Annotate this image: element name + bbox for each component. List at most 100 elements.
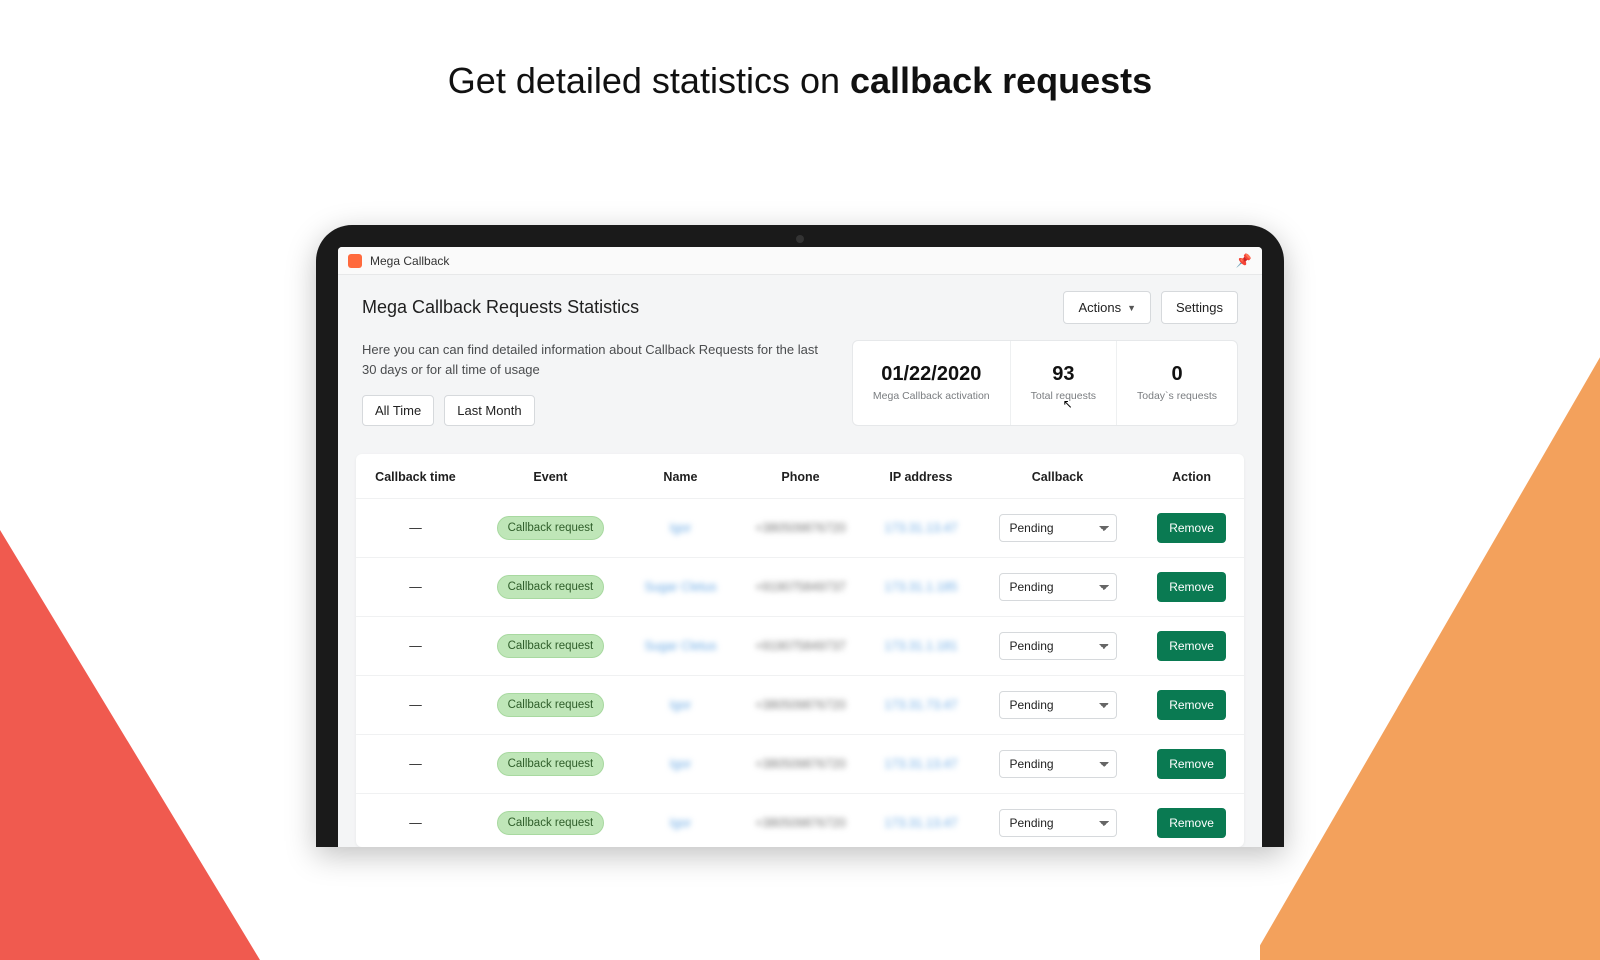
table-row: —Callback requestIgor+380509876720173.31… (356, 794, 1244, 848)
callback-status-select[interactable]: Pending (999, 691, 1117, 719)
stat-cards: 01/22/2020 Mega Callback activation 93 T… (852, 340, 1238, 426)
cell-callback-time: — (356, 735, 475, 794)
app-name: Mega Callback (370, 254, 449, 268)
cell-phone: +380509876720 (735, 735, 866, 794)
phone-value: +380509876720 (755, 816, 846, 830)
cell-action: Remove (1139, 676, 1244, 735)
cell-event: Callback request (475, 558, 626, 617)
decor-triangle-left (0, 530, 260, 960)
callback-status-select[interactable]: Pending (999, 632, 1117, 660)
callback-status-select[interactable]: Pending (999, 573, 1117, 601)
name-value: Sugar Cletus (644, 639, 716, 653)
event-badge: Callback request (497, 811, 605, 835)
event-badge: Callback request (497, 634, 605, 658)
col-event: Event (475, 454, 626, 499)
description-text: Here you can can find detailed informati… (362, 340, 834, 379)
cell-callback: Pending (976, 617, 1139, 676)
cell-name: Igor (626, 499, 735, 558)
app-screen: Mega Callback 📌 Mega Callback Requests S… (338, 247, 1262, 847)
cell-ip: 173.31.13.47 (866, 499, 976, 558)
cell-action: Remove (1139, 794, 1244, 848)
pin-icon[interactable]: 📌 (1236, 253, 1252, 269)
filter-all-time[interactable]: All Time (362, 395, 434, 426)
cell-event: Callback request (475, 676, 626, 735)
cell-ip: 173.31.13.47 (866, 794, 976, 848)
cell-event: Callback request (475, 499, 626, 558)
page-title: Mega Callback Requests Statistics (362, 297, 639, 318)
cell-phone: +919075849737 (735, 617, 866, 676)
cell-action: Remove (1139, 558, 1244, 617)
ip-value: 173.31.13.47 (884, 816, 957, 830)
col-ip: IP address (866, 454, 976, 499)
remove-button[interactable]: Remove (1157, 808, 1226, 838)
remove-button[interactable]: Remove (1157, 572, 1226, 602)
filter-last-month[interactable]: Last Month (444, 395, 534, 426)
actions-label: Actions (1078, 300, 1121, 315)
table-row: —Callback requestIgor+380509876720173.31… (356, 676, 1244, 735)
remove-button[interactable]: Remove (1157, 631, 1226, 661)
cell-phone: +380509876720 (735, 794, 866, 848)
phone-value: +380509876720 (755, 757, 846, 771)
camera-notch (796, 235, 804, 243)
cell-name: Igor (626, 794, 735, 848)
page-header: Mega Callback Requests Statistics Action… (338, 275, 1262, 340)
remove-button[interactable]: Remove (1157, 749, 1226, 779)
cell-action: Remove (1139, 499, 1244, 558)
summary-row: Here you can can find detailed informati… (338, 340, 1262, 444)
event-badge: Callback request (497, 575, 605, 599)
col-name: Name (626, 454, 735, 499)
cursor-icon: ↖ (1063, 397, 1073, 411)
cell-name: Igor (626, 735, 735, 794)
cell-action: Remove (1139, 617, 1244, 676)
table-row: — Callback request Igor +380509876720 173.31… (356, 499, 1244, 558)
col-callback: Callback (976, 454, 1139, 499)
table-row: — Callback request Sugar Cletus +9190758497… (356, 558, 1244, 617)
cell-ip: 173.31.1.181 (866, 617, 976, 676)
name-value: Igor (670, 698, 692, 712)
cell-event: Callback request (475, 735, 626, 794)
cell-name: Sugar Cletus (626, 617, 735, 676)
cell-callback-time: — (356, 676, 475, 735)
actions-button[interactable]: Actions ▼ (1063, 291, 1151, 324)
headline-bold: callback requests (850, 60, 1152, 101)
cell-action: Remove (1139, 735, 1244, 794)
ip-value: 173.31.1.185 (884, 580, 957, 594)
cell-callback-time: — (356, 499, 475, 558)
caret-down-icon: ▼ (1127, 303, 1136, 313)
settings-button[interactable]: Settings (1161, 291, 1238, 324)
name-value: Igor (670, 816, 692, 830)
cell-callback-time: — (356, 558, 475, 617)
remove-button[interactable]: Remove (1157, 513, 1226, 543)
cell-callback-time: — (356, 617, 475, 676)
requests-table-card: Callback time Event Name Phone IP addres… (356, 454, 1244, 847)
phone-value: +380509876720 (755, 521, 846, 535)
phone-value: +919075849737 (755, 639, 846, 653)
stat-label: Today`s requests (1137, 390, 1217, 404)
phone-value: +919075849737 (755, 580, 846, 594)
cell-phone: +380509876720 (735, 499, 866, 558)
decor-triangle-right (1260, 340, 1600, 960)
cell-callback: Pending (976, 499, 1139, 558)
event-badge: Callback request (497, 516, 605, 540)
cell-name: Igor (626, 676, 735, 735)
page-headline: Get detailed statistics on callback requ… (0, 60, 1600, 102)
callback-status-select[interactable]: Pending (999, 809, 1117, 837)
stat-value: 93 (1052, 363, 1074, 386)
stat-value: 0 (1171, 363, 1182, 386)
cell-event: Callback request (475, 794, 626, 848)
callback-status-select[interactable]: Pending (999, 750, 1117, 778)
cell-callback: Pending (976, 558, 1139, 617)
ip-value: 173.31.73.47 (884, 698, 957, 712)
ip-value: 173.31.1.181 (884, 639, 957, 653)
cell-callback: Pending (976, 676, 1139, 735)
table-row: — Callback request Sugar Cletus +9190758497… (356, 617, 1244, 676)
laptop-mock: Mega Callback 📌 Mega Callback Requests S… (316, 225, 1284, 847)
name-value: Sugar Cletus (644, 580, 716, 594)
ip-value: 173.31.13.47 (884, 521, 957, 535)
stat-activation-date: 01/22/2020 Mega Callback activation (853, 341, 1011, 425)
col-action: Action (1139, 454, 1244, 499)
table-row: —Callback requestIgor+380509876720173.31… (356, 735, 1244, 794)
event-badge: Callback request (497, 693, 605, 717)
callback-status-select[interactable]: Pending (999, 514, 1117, 542)
remove-button[interactable]: Remove (1157, 690, 1226, 720)
